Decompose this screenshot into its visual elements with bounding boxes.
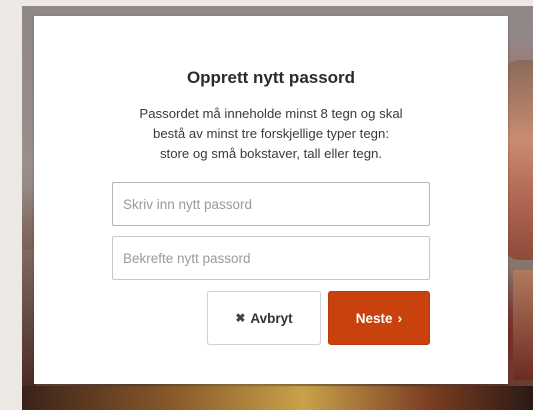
chevron-right-icon: › bbox=[397, 310, 403, 326]
password-requirements: Passordet må inneholde minst 8 tegn og s… bbox=[94, 104, 448, 164]
create-password-dialog: Opprett nytt passord Passordet må inneho… bbox=[34, 16, 508, 384]
background-person-right bbox=[505, 60, 533, 260]
background-photo-bottom bbox=[22, 386, 533, 410]
background-shape-right bbox=[513, 270, 533, 380]
cancel-button-label: Avbryt bbox=[250, 310, 293, 326]
new-password-input[interactable] bbox=[112, 182, 430, 226]
next-button[interactable]: Neste › bbox=[328, 291, 430, 345]
requirements-line-3: store og små bokstaver, tall eller tegn. bbox=[159, 146, 383, 161]
requirements-line-2: bestå av minst tre forskjellige typer te… bbox=[152, 126, 390, 141]
close-icon: ✖ bbox=[235, 311, 246, 325]
cancel-button[interactable]: ✖ Avbryt bbox=[207, 291, 321, 345]
next-button-label: Neste bbox=[355, 310, 393, 326]
confirm-password-input[interactable] bbox=[112, 236, 430, 280]
requirements-line-1: Passordet må inneholde minst 8 tegn og s… bbox=[139, 106, 403, 121]
dialog-title: Opprett nytt passord bbox=[186, 68, 356, 87]
